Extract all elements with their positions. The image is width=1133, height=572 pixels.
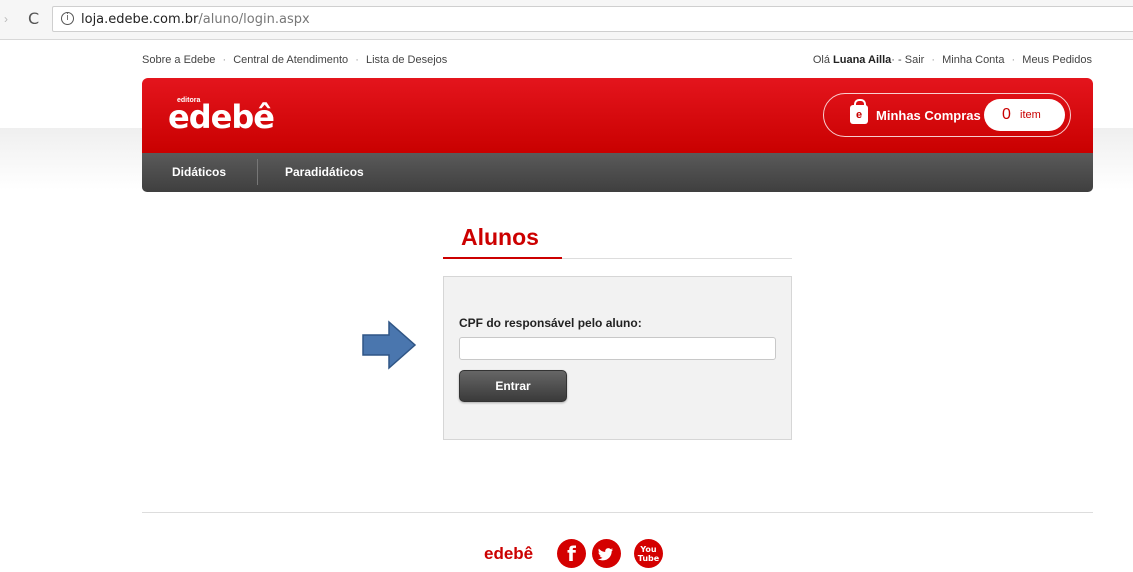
link-sobre[interactable]: Sobre a Edebe [142,54,215,66]
separator: · [931,54,936,66]
link-lista-desejos[interactable]: Lista de Desejos [366,54,447,66]
greeting: Olá [812,54,830,66]
forward-icon[interactable]: › [4,12,8,26]
user-links: Olá Luana Ailla· - Sair · Minha Conta · … [813,54,1092,66]
nav-divider [257,159,258,185]
facebook-icon[interactable]: f [557,539,586,568]
link-central-atendimento[interactable]: Central de Atendimento [233,54,348,66]
cart-count: 0 [1002,106,1011,123]
link-minha-conta[interactable]: Minha Conta [942,54,1004,66]
arrow-right-icon [362,320,417,370]
link-meus-pedidos[interactable]: Meus Pedidos [1022,54,1092,66]
site-header: editora edebê e Minhas Compras 0 item [142,78,1093,153]
separator: · [1011,54,1016,66]
entrar-button[interactable]: Entrar [459,370,567,402]
address-bar[interactable]: i loja.edebe.com.br/aluno/login.aspx [52,6,1133,32]
shopping-bag-icon: e [850,99,868,124]
url-path: /aluno/login.aspx [198,12,310,27]
reload-icon[interactable]: C [28,9,39,28]
cart-item-label: item [1020,109,1041,121]
twitter-bird-glyph [598,548,613,561]
youtube-icon[interactable]: You Tube [634,539,663,568]
main-nav: Didáticos Paradidáticos [142,153,1093,192]
user-name: Luana Ailla [833,54,892,66]
footer-divider [142,512,1093,513]
separator: · [355,54,359,66]
cart-button[interactable]: e Minhas Compras 0 item [823,93,1071,137]
title-underline [443,257,562,259]
url-domain: loja.edebe.com.br [81,12,199,27]
cpf-input[interactable] [459,337,776,360]
youtube-icon-bottom: Tube [637,554,660,563]
page-title: Alunos [461,224,539,250]
cpf-label: CPF do responsável pelo aluno: [459,316,642,330]
url-text[interactable]: loja.edebe.com.br/aluno/login.aspx [81,12,310,27]
twitter-icon[interactable] [592,539,621,568]
separator: · [891,54,895,66]
login-form: CPF do responsável pelo aluno: Entrar [443,276,792,440]
cart-count-badge: 0 item [984,99,1065,131]
link-sair[interactable]: - Sair [898,54,924,66]
youtube-icon-top: You [640,545,657,554]
top-links: Sobre a Edebe · Central de Atendimento ·… [142,54,451,66]
footer-logo: edebê [484,544,534,563]
nav-item-didaticos[interactable]: Didáticos [172,165,226,179]
info-icon[interactable]: i [61,12,74,25]
browser-toolbar: › C i loja.edebe.com.br/aluno/login.aspx [0,0,1133,40]
site-logo[interactable]: edebê [168,98,275,136]
separator: · [222,54,227,66]
nav-item-paradidaticos[interactable]: Paradidáticos [285,165,364,179]
cart-label: Minhas Compras [876,108,981,123]
